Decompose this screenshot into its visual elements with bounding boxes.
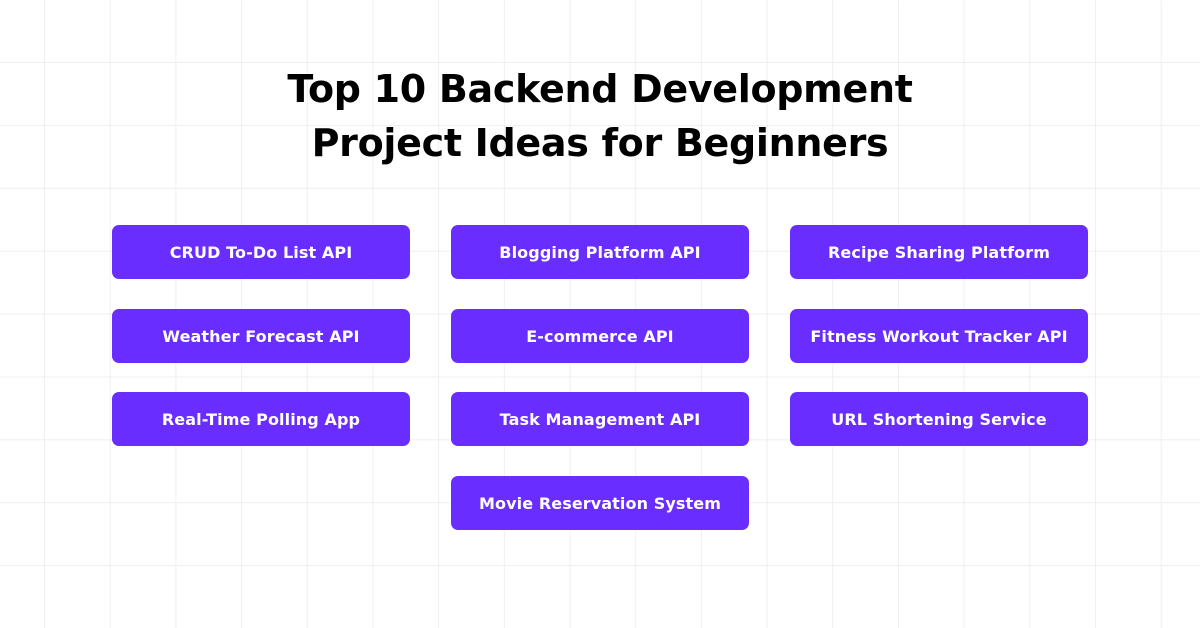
project-card-recipe-sharing-platform[interactable]: Recipe Sharing Platform: [790, 225, 1088, 279]
project-card-blogging-platform-api[interactable]: Blogging Platform API: [451, 225, 749, 279]
project-card-task-management-api[interactable]: Task Management API: [451, 392, 749, 446]
project-card-url-shortening-service[interactable]: URL Shortening Service: [790, 392, 1088, 446]
project-card-real-time-polling-app[interactable]: Real-Time Polling App: [112, 392, 410, 446]
project-card-weather-forecast-api[interactable]: Weather Forecast API: [112, 309, 410, 363]
project-card-fitness-workout-tracker-api[interactable]: Fitness Workout Tracker API: [790, 309, 1088, 363]
project-card-ecommerce-api[interactable]: E-commerce API: [451, 309, 749, 363]
project-grid: CRUD To-Do List API Blogging Platform AP…: [0, 0, 1200, 628]
project-card-movie-reservation-system[interactable]: Movie Reservation System: [451, 476, 749, 530]
project-card-crud-todo-api[interactable]: CRUD To-Do List API: [112, 225, 410, 279]
